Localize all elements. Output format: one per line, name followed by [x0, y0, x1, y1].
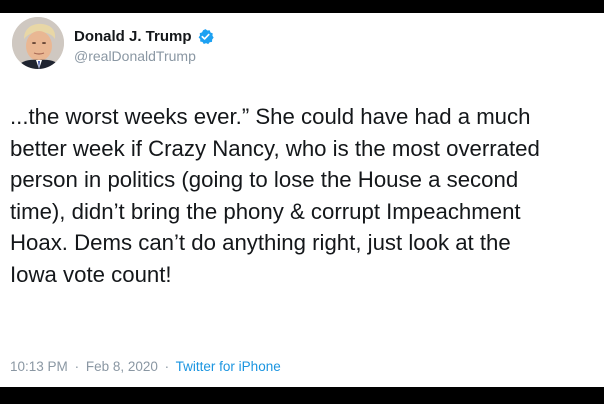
tweet-author: Donald J. Trump @realDonaldTrump	[74, 27, 214, 64]
tweet-time[interactable]: 10:13 PM	[10, 359, 68, 374]
tweet-date[interactable]: Feb 8, 2020	[86, 359, 158, 374]
display-name[interactable]: Donald J. Trump	[74, 28, 192, 45]
avatar[interactable]	[12, 17, 64, 69]
tweet-text: ...the worst weeks ever.” She could have…	[10, 104, 540, 287]
tweet-card: Donald J. Trump @realDonaldTrump ...the …	[0, 13, 604, 387]
name-row: Donald J. Trump	[74, 27, 214, 45]
handle[interactable]: @realDonaldTrump	[74, 48, 214, 64]
tweet-metadata: 10:13 PM · Feb 8, 2020 · Twitter for iPh…	[10, 359, 281, 374]
verified-badge-icon	[197, 28, 214, 45]
tweet-source-link[interactable]: Twitter for iPhone	[176, 359, 281, 374]
meta-separator: ·	[164, 359, 170, 374]
meta-separator: ·	[74, 359, 80, 374]
